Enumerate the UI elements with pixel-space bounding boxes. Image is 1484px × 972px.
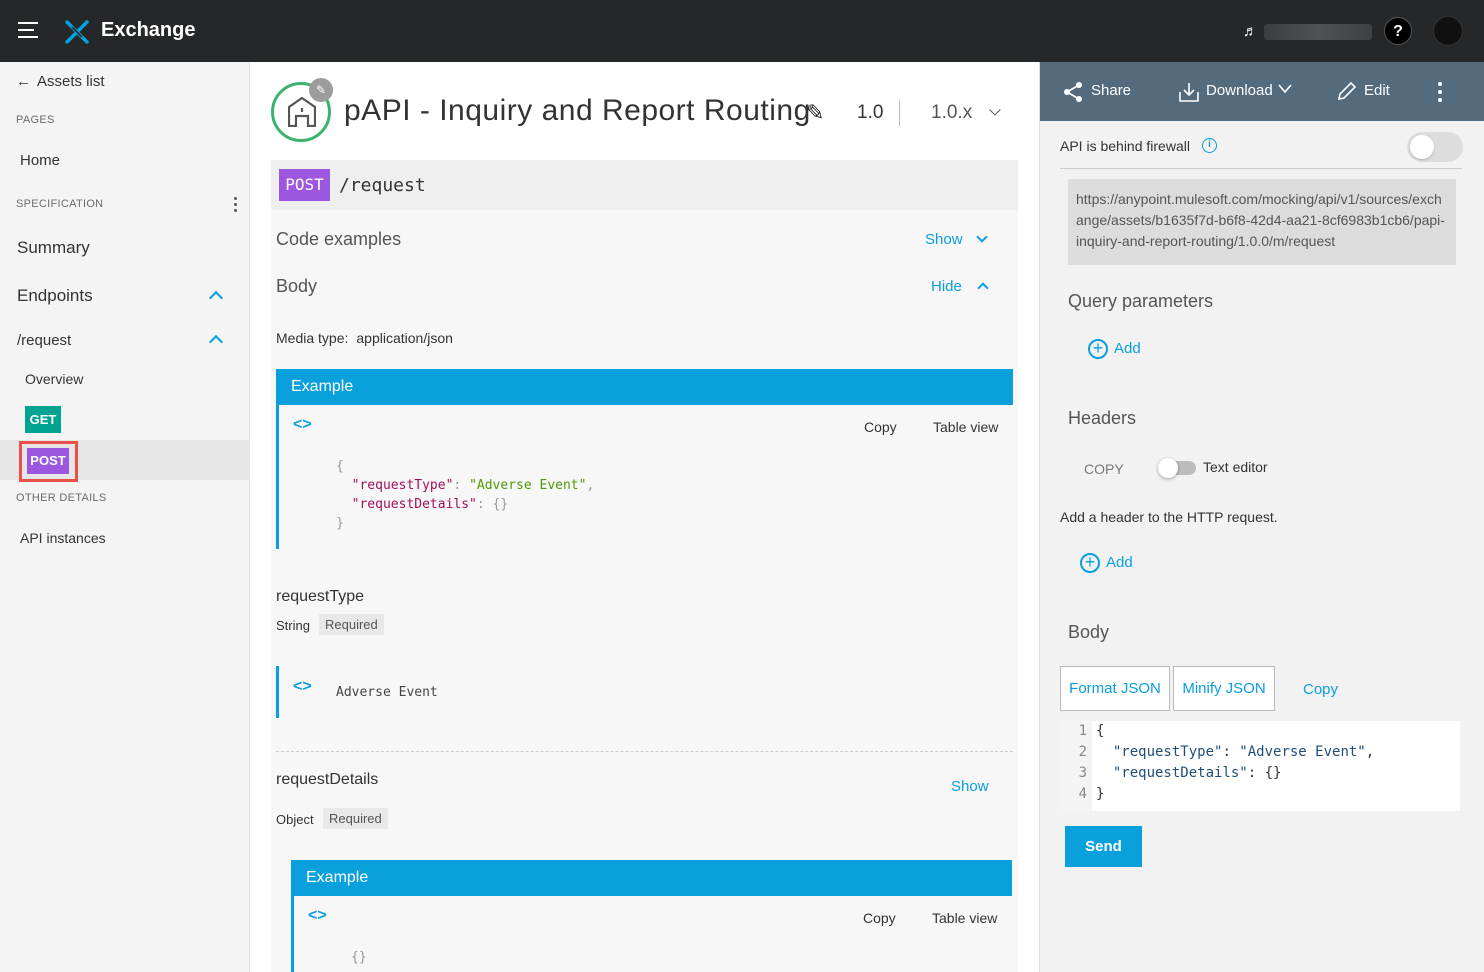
- firewall-label: API is behind firewall: [1060, 138, 1190, 154]
- body-example-panel: Example <> Copy Table view { "requestTyp…: [276, 369, 1013, 549]
- organization-name-redacted[interactable]: [1264, 24, 1372, 40]
- show-details-button[interactable]: Show: [951, 778, 989, 795]
- pencil-icon[interactable]: [1336, 80, 1358, 102]
- property-name: requestType: [276, 588, 365, 605]
- api-console-panel: Share Download Edit API is behind firewa…: [1039, 62, 1484, 972]
- help-icon[interactable]: ?: [1384, 17, 1412, 45]
- body-editor[interactable]: 1 2 3 4 { "requestType": "Adverse Event"…: [1060, 721, 1460, 811]
- top-navigation-bar: Exchange ♬ ?: [0, 0, 1484, 62]
- copy-body-button[interactable]: Copy: [1303, 681, 1338, 698]
- avatar[interactable]: [1433, 16, 1463, 46]
- version-label: 1.0: [857, 102, 884, 123]
- edit-icon-pencil[interactable]: ✎: [309, 78, 333, 102]
- property-type: Object: [276, 812, 314, 827]
- add-header-button[interactable]: + Add: [1080, 553, 1133, 573]
- add-query-param-button[interactable]: + Add: [1088, 339, 1141, 359]
- divider: [899, 100, 900, 126]
- sidebar-item-home[interactable]: Home: [20, 152, 60, 169]
- code-examples-label: Code examples: [276, 229, 402, 249]
- divider: [1060, 168, 1462, 169]
- info-icon[interactable]: i: [1202, 138, 1217, 153]
- line-numbers: 1 2 3 4: [1060, 721, 1092, 811]
- method-panel: [271, 160, 1018, 972]
- share-icon[interactable]: [1062, 81, 1084, 103]
- copy-button[interactable]: Copy: [863, 910, 896, 926]
- example-header: Example: [279, 369, 1013, 405]
- download-icon[interactable]: [1177, 80, 1201, 104]
- house-icon: [288, 97, 316, 127]
- divider: [276, 751, 1013, 752]
- arrow-left-icon: ←: [16, 73, 31, 90]
- sidebar-item-endpoints[interactable]: Endpoints: [17, 286, 93, 306]
- text-editor-label: Text editor: [1203, 459, 1268, 475]
- other-details-section-label: OTHER DETAILS: [16, 492, 107, 504]
- exchange-logo-icon: [65, 20, 89, 44]
- request-url[interactable]: https://anypoint.mulesoft.com/mocking/ap…: [1068, 179, 1456, 265]
- back-to-assets-link[interactable]: ← Assets list: [16, 73, 105, 90]
- query-parameters-heading: Query parameters: [1068, 291, 1214, 311]
- share-button[interactable]: Share: [1091, 82, 1131, 99]
- copy-headers-button[interactable]: COPY: [1084, 461, 1124, 477]
- code-icon[interactable]: <>: [293, 678, 312, 696]
- chevron-down-icon[interactable]: [989, 104, 1001, 116]
- property-type: String: [276, 618, 310, 633]
- media-type: Media type: application/json: [276, 330, 453, 346]
- nested-example-panel: Example <> Copy Table view {}: [291, 860, 1012, 972]
- example-code: { "requestType": "Adverse Event", "reque…: [336, 459, 595, 531]
- get-method-badge[interactable]: GET: [25, 406, 61, 433]
- app-title[interactable]: Exchange: [101, 19, 195, 42]
- more-options-icon[interactable]: [234, 197, 238, 212]
- property-example-value: Adverse Event: [336, 685, 438, 700]
- plus-circle-icon: +: [1088, 339, 1108, 359]
- body-heading: Body: [1068, 622, 1110, 642]
- download-button[interactable]: Download: [1206, 82, 1273, 99]
- plus-circle-icon: +: [1080, 553, 1100, 573]
- chevron-up-icon[interactable]: [208, 290, 224, 306]
- property-name: requestDetails: [276, 771, 379, 788]
- body-section-label: Body: [276, 276, 318, 296]
- post-method-tag: POST: [279, 169, 330, 201]
- console-toolbar: Share Download Edit: [1040, 62, 1484, 121]
- organization-icon[interactable]: ♬: [1243, 23, 1258, 40]
- sidebar-item-resource[interactable]: /request: [17, 332, 71, 349]
- example-code: {}: [351, 950, 367, 965]
- text-editor-toggle[interactable]: [1158, 458, 1196, 478]
- pencil-icon[interactable]: ✎: [806, 100, 824, 126]
- code-icon[interactable]: <>: [293, 416, 312, 434]
- edit-button[interactable]: Edit: [1364, 82, 1390, 99]
- table-view-button[interactable]: Table view: [932, 910, 997, 926]
- required-badge: Required: [323, 808, 388, 829]
- format-json-button[interactable]: Format JSON: [1060, 666, 1170, 711]
- pages-section-label: PAGES: [16, 114, 55, 126]
- version-select[interactable]: 1.0.x: [931, 102, 972, 124]
- sidebar-item-overview[interactable]: Overview: [25, 371, 83, 387]
- required-badge: Required: [319, 614, 384, 635]
- hamburger-menu-icon[interactable]: [18, 22, 40, 40]
- firewall-toggle[interactable]: [1407, 132, 1463, 162]
- hide-body-button[interactable]: Hide: [931, 278, 962, 295]
- sidebar-item-summary[interactable]: Summary: [17, 238, 90, 258]
- post-method-highlight: [19, 441, 78, 482]
- specification-section-label: SPECIFICATION: [16, 198, 104, 210]
- main-content: ✎ pAPI - Inquiry and Report Routing ✎ 1.…: [251, 62, 1038, 972]
- table-view-button[interactable]: Table view: [933, 419, 998, 435]
- minify-json-button[interactable]: Minify JSON: [1173, 666, 1275, 711]
- send-button[interactable]: Send: [1065, 826, 1142, 867]
- example-header: Example: [294, 860, 1012, 896]
- sidebar: ← Assets list PAGES Home SPECIFICATION Su…: [0, 62, 250, 972]
- property-example: <> Adverse Event: [276, 666, 1013, 718]
- code-icon[interactable]: <>: [308, 907, 327, 925]
- body-code[interactable]: { "requestType": "Adverse Event", "reque…: [1096, 721, 1374, 805]
- show-code-examples-button[interactable]: Show: [925, 231, 963, 248]
- copy-button[interactable]: Copy: [864, 419, 897, 435]
- sidebar-item-api-instances[interactable]: API instances: [20, 530, 106, 546]
- chevron-down-icon[interactable]: [1278, 84, 1292, 94]
- page-title: pAPI - Inquiry and Report Routing: [344, 94, 811, 127]
- chevron-up-icon[interactable]: [208, 334, 224, 350]
- headers-heading: Headers: [1068, 408, 1137, 428]
- endpoint-path: /request: [339, 175, 426, 196]
- headers-hint: Add a header to the HTTP request.: [1060, 509, 1278, 525]
